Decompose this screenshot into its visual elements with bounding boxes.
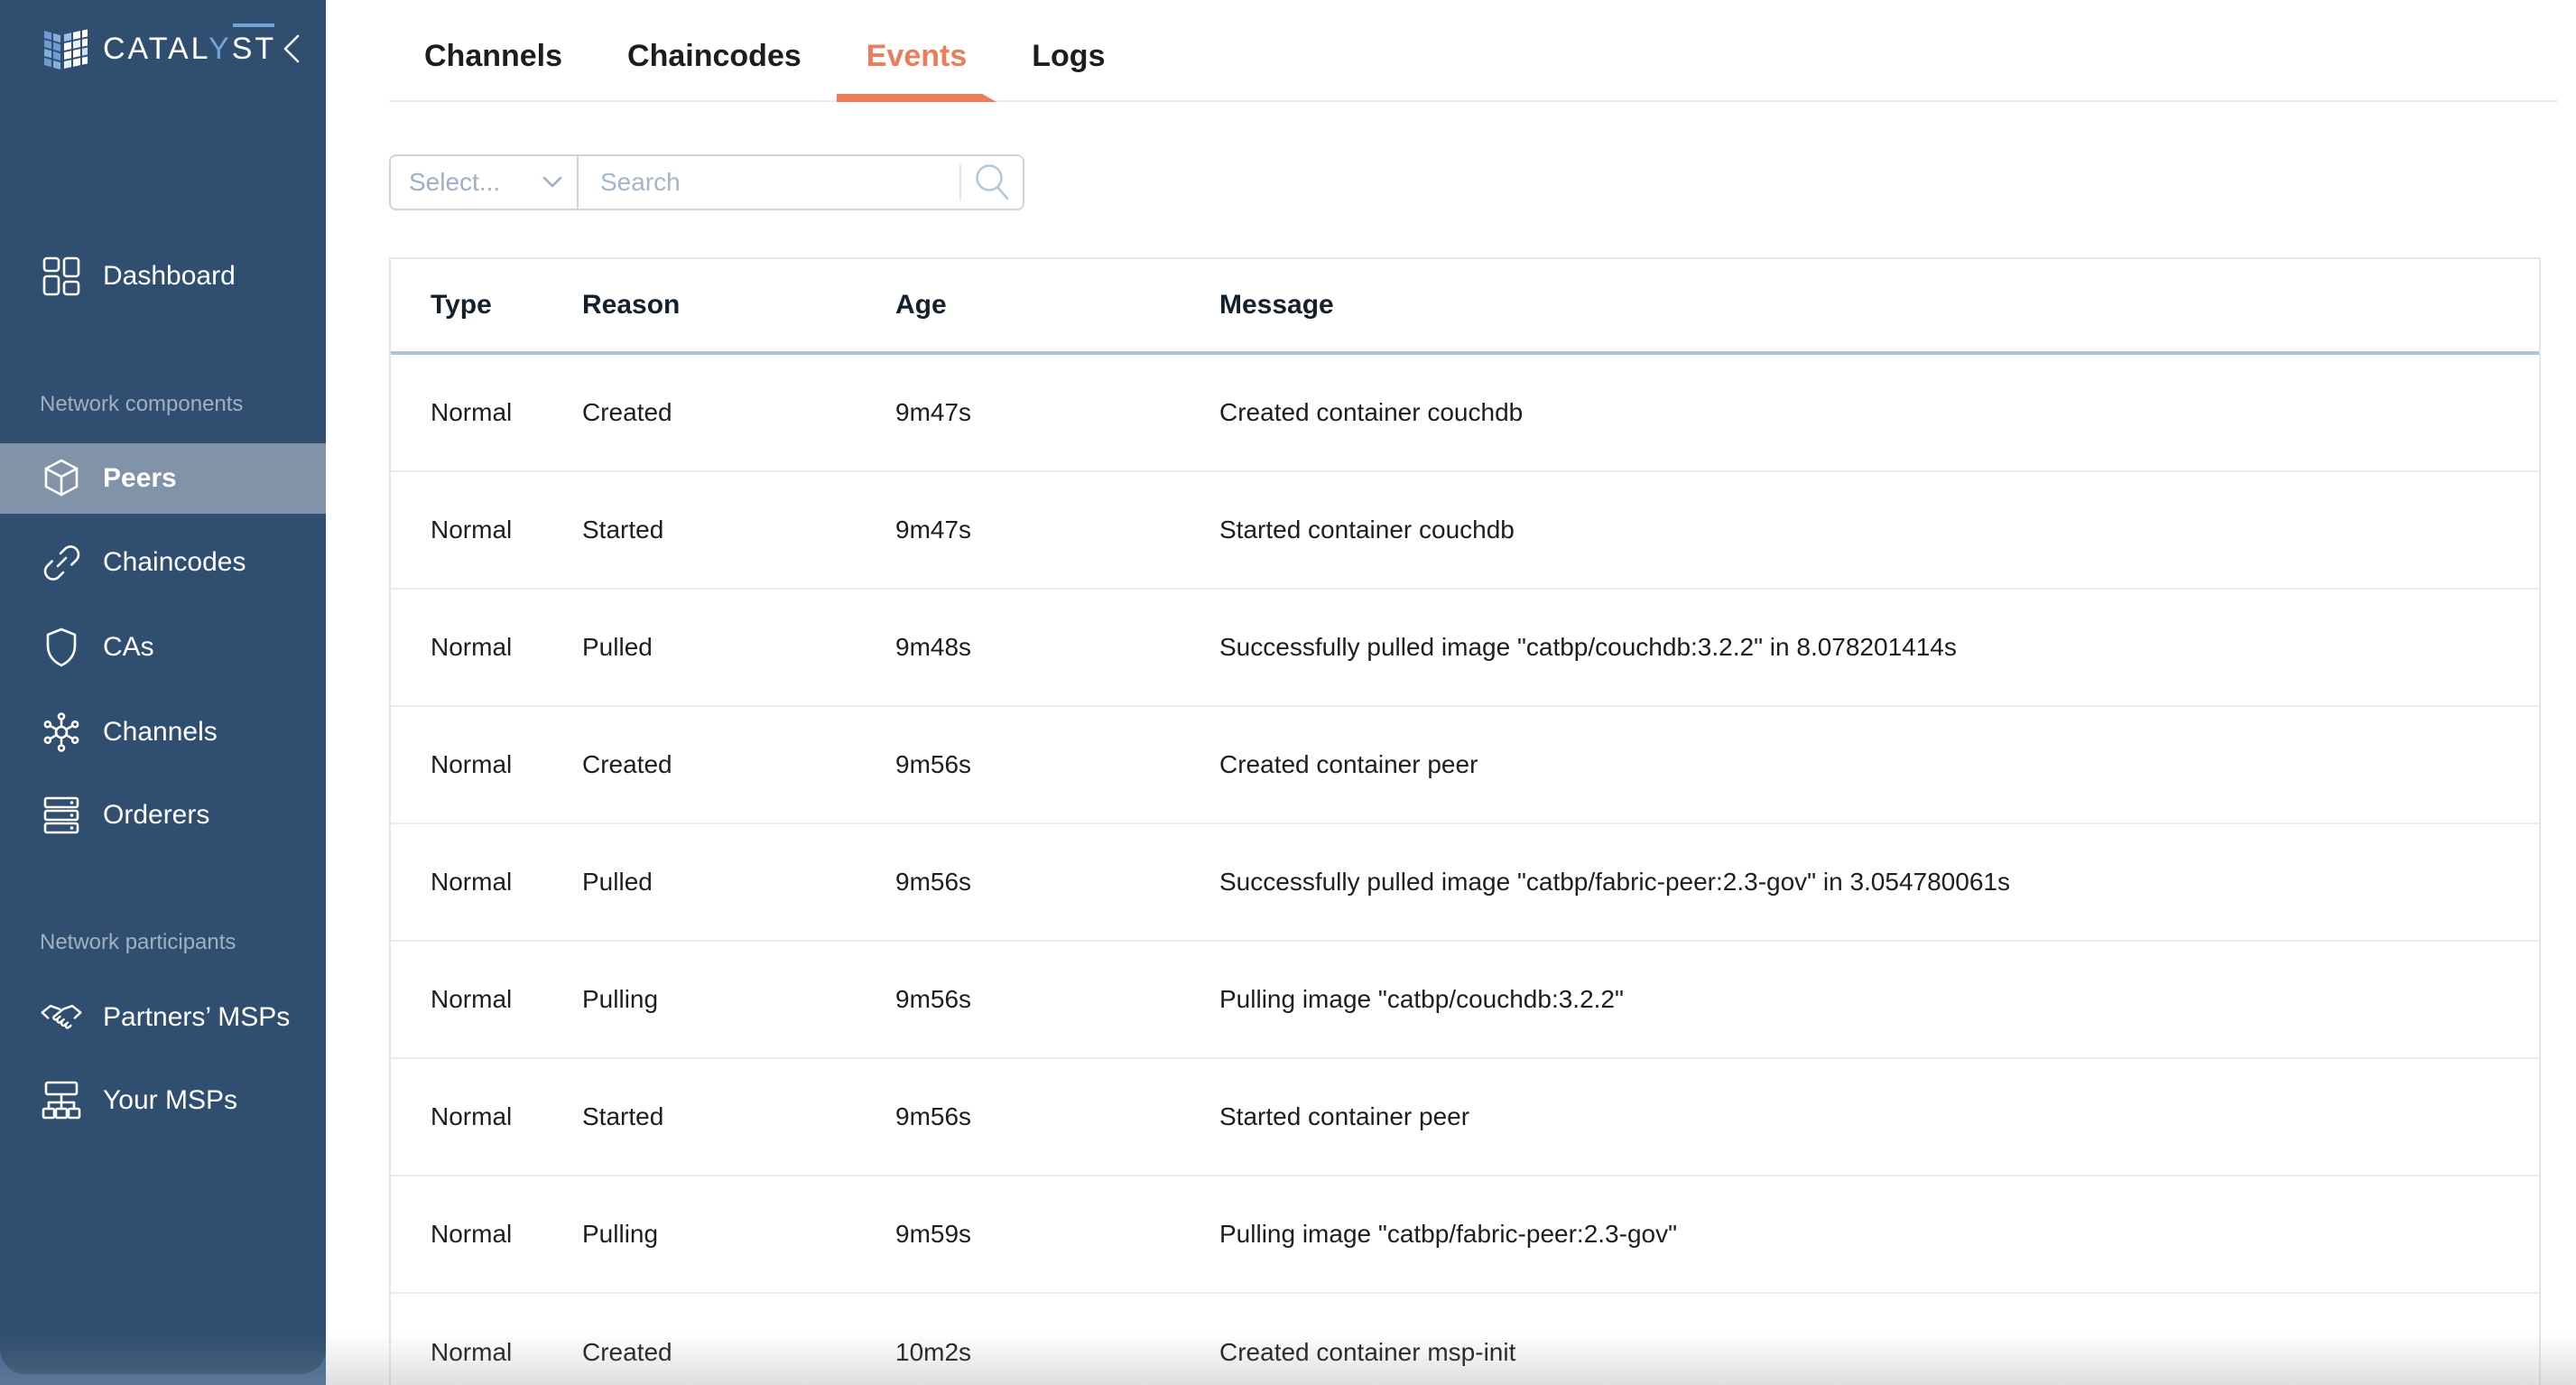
network-hub-icon — [40, 711, 83, 754]
sidebar-item-label: Chaincodes — [103, 547, 246, 577]
table-row: Normal Pulling 9m56s Pulling image "catb… — [391, 942, 2539, 1059]
cell-age: 9m56s — [895, 985, 972, 1013]
chevron-left-icon — [283, 34, 300, 63]
cell-reason: Pulled — [582, 633, 653, 661]
cell-age: 9m48s — [895, 633, 972, 661]
cell-message: Pulling image "catbp/couchdb:3.2.2" — [1219, 985, 1624, 1013]
cell-message: Successfully pulled image "catbp/couchdb… — [1219, 633, 1957, 661]
org-chart-icon — [40, 1079, 83, 1122]
cell-type: Normal — [431, 868, 513, 896]
tab-channels[interactable]: Channels — [394, 11, 592, 102]
sidebar-item-orderers[interactable]: Orderers — [0, 780, 326, 851]
sidebar-section-network-participants: Network participants — [40, 930, 236, 954]
table-row: Normal Started 9m56s Started container p… — [391, 1059, 2539, 1176]
tab-logs[interactable]: Logs — [1002, 11, 1135, 102]
cell-reason: Pulling — [582, 1220, 659, 1248]
cell-reason: Created — [582, 750, 672, 778]
cell-type: Normal — [431, 750, 513, 778]
table-header-row: Type Reason Age Message — [391, 259, 2539, 355]
cell-message: Created container peer — [1219, 750, 1478, 778]
table-row: Normal Created 10m2s Created container m… — [391, 1294, 2539, 1385]
sidebar-collapse-button[interactable] — [281, 31, 302, 67]
sidebar-item-chaincodes[interactable]: Chaincodes — [0, 527, 326, 598]
search-input[interactable] — [579, 156, 959, 209]
cell-message: Created container couchdb — [1219, 398, 1524, 426]
sidebar-item-channels[interactable]: Channels — [0, 697, 326, 767]
sidebar-item-label: Orderers — [103, 800, 210, 830]
column-header-type: Type — [431, 290, 492, 320]
cell-message: Created container msp-init — [1219, 1338, 1516, 1366]
cell-age: 9m47s — [895, 398, 972, 426]
cell-message: Started container peer — [1219, 1102, 1470, 1130]
cell-reason: Started — [582, 1102, 664, 1130]
sidebar-item-dashboard[interactable]: Dashboard — [0, 241, 326, 311]
logo: CATALYST — [0, 20, 326, 78]
table-row: Normal Created 9m47s Created container c… — [391, 355, 2539, 472]
tab-events[interactable]: Events — [837, 11, 997, 102]
cell-reason: Started — [582, 516, 664, 544]
sidebar-item-label: CAs — [103, 632, 154, 662]
table-row: Normal Started 9m47s Started container c… — [391, 472, 2539, 590]
sidebar-item-label: Your MSPs — [103, 1085, 237, 1115]
search-icon — [976, 164, 1009, 200]
logo-wordmark: CATALYST — [103, 31, 277, 66]
sidebar-item-partners-msps[interactable]: Partners’ MSPs — [0, 982, 326, 1053]
app-root: CATALYST Dashboard Network components Pe… — [0, 0, 2576, 1385]
filter-select-dropdown[interactable]: Select... — [391, 156, 579, 209]
cell-type: Normal — [431, 1220, 513, 1248]
sidebar-item-label: Peers — [103, 463, 177, 493]
tabs-bar: Channels Chaincodes Events Logs — [326, 0, 2576, 102]
column-header-message: Message — [1219, 290, 1334, 320]
cell-age: 9m59s — [895, 1220, 972, 1248]
cell-age: 10m2s — [895, 1338, 972, 1366]
cell-age: 9m56s — [895, 1102, 972, 1130]
sidebar-section-network-components: Network components — [40, 392, 244, 416]
shield-icon — [40, 626, 83, 669]
cell-type: Normal — [431, 516, 513, 544]
chevron-down-icon — [542, 176, 562, 188]
cell-age: 9m47s — [895, 516, 972, 544]
sidebar-item-label: Channels — [103, 717, 218, 747]
dashboard-icon — [40, 256, 83, 297]
table-row: Normal Created 9m56s Created container p… — [391, 707, 2539, 824]
sidebar-item-peers[interactable]: Peers — [0, 443, 326, 514]
sidebar-item-cas[interactable]: CAs — [0, 612, 326, 683]
cell-reason: Pulling — [582, 985, 659, 1013]
column-header-age: Age — [895, 290, 947, 320]
sidebar: CATALYST Dashboard Network components Pe… — [0, 0, 326, 1385]
cell-message: Pulling image "catbp/fabric-peer:2.3-gov… — [1219, 1220, 1678, 1248]
server-stack-icon — [40, 794, 83, 837]
cube-icon — [40, 457, 83, 500]
cell-age: 9m56s — [895, 750, 972, 778]
sidebar-item-your-msps[interactable]: Your MSPs — [0, 1065, 326, 1136]
table-row: Normal Pulled 9m56s Successfully pulled … — [391, 824, 2539, 942]
cell-age: 9m56s — [895, 868, 972, 896]
table-row: Normal Pulled 9m48s Successfully pulled … — [391, 590, 2539, 707]
events-table: Type Reason Age Message Normal Created 9… — [389, 257, 2541, 1385]
cell-message: Started container couchdb — [1219, 516, 1515, 544]
filter-select-placeholder: Select... — [409, 168, 501, 196]
column-header-reason: Reason — [582, 290, 681, 320]
cell-message: Successfully pulled image "catbp/fabric-… — [1219, 868, 2010, 896]
search-button[interactable] — [961, 156, 1023, 209]
cell-reason: Created — [582, 398, 672, 426]
cell-type: Normal — [431, 1102, 513, 1130]
cell-type: Normal — [431, 985, 513, 1013]
tab-chaincodes[interactable]: Chaincodes — [598, 11, 831, 102]
cell-reason: Pulled — [582, 868, 653, 896]
sidebar-item-label: Partners’ MSPs — [103, 1002, 291, 1032]
cell-reason: Created — [582, 1338, 672, 1366]
filter-bar: Select... — [389, 154, 1024, 210]
chain-link-icon — [40, 542, 83, 583]
sidebar-panel: CATALYST Dashboard Network components Pe… — [0, 0, 326, 1374]
cell-type: Normal — [431, 633, 513, 661]
sidebar-item-label: Dashboard — [103, 261, 236, 291]
catalyst-cube-logo-icon — [44, 29, 88, 70]
table-row: Normal Pulling 9m59s Pulling image "catb… — [391, 1176, 2539, 1294]
handshake-icon — [40, 999, 83, 1036]
cell-type: Normal — [431, 398, 513, 426]
cell-type: Normal — [431, 1338, 513, 1366]
